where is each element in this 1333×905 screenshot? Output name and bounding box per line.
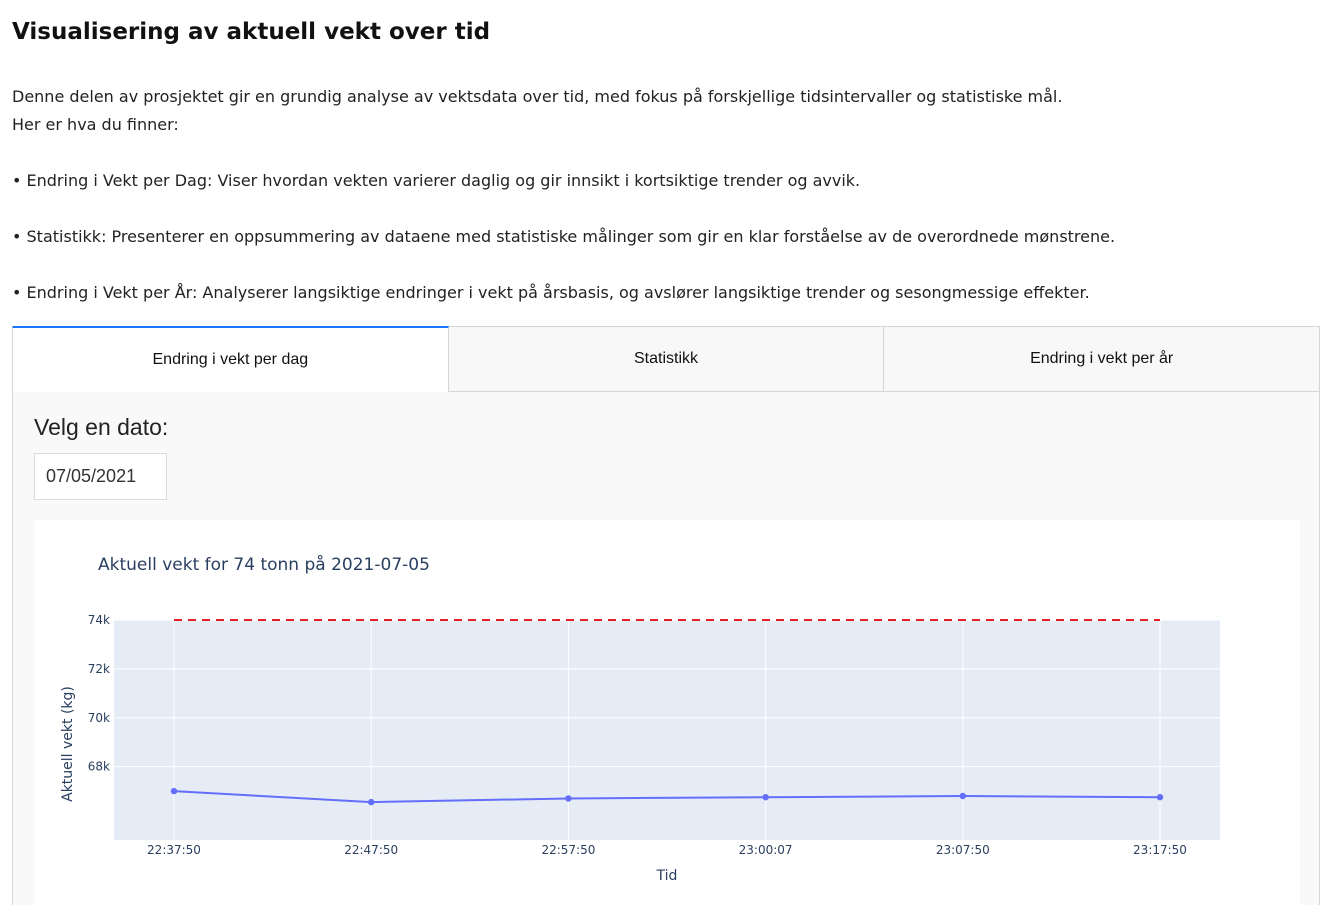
intro-line-1: Denne delen av prosjektet gir en grundig… bbox=[12, 87, 1063, 106]
x-tick-label: 22:57:50 bbox=[541, 843, 595, 857]
tab-statistics[interactable]: Statistikk bbox=[448, 326, 885, 392]
x-tick-label: 23:00:07 bbox=[739, 843, 793, 857]
y-tick-label: 70k bbox=[88, 711, 110, 725]
chart-svg: Aktuell vekt for 74 tonn på 2021-07-05 6… bbox=[60, 554, 1220, 884]
data-point bbox=[1156, 794, 1164, 801]
page: Visualisering av aktuell vekt over tid D… bbox=[0, 0, 1333, 905]
x-tick-label: 23:17:50 bbox=[1133, 843, 1187, 857]
bullet-daily: • Endring i Vekt per Dag: Viser hvordan … bbox=[12, 171, 861, 190]
tab-panel: Velg en dato: 07/05/2021 Aktuell vekt fo… bbox=[12, 392, 1320, 905]
date-input[interactable]: 07/05/2021 bbox=[34, 453, 167, 500]
plot-area bbox=[114, 620, 1220, 840]
data-point bbox=[170, 787, 178, 795]
data-point bbox=[959, 792, 966, 800]
y-tick-label: 72k bbox=[88, 662, 110, 676]
data-point bbox=[565, 795, 572, 802]
data-point bbox=[762, 794, 769, 801]
tab-bar: Endring i vekt per dag Statistikk Endrin… bbox=[12, 326, 1321, 392]
x-tick-label: 23:07:50 bbox=[936, 843, 990, 857]
bullet-statistics: • Statistikk: Presenterer en oppsummerin… bbox=[12, 227, 1116, 246]
page-title: Visualisering av aktuell vekt over tid bbox=[12, 19, 491, 45]
bullet-yearly: • Endring i Vekt per År: Analyserer lang… bbox=[12, 283, 1090, 302]
y-axis-label: Aktuell vekt (kg) bbox=[60, 686, 76, 802]
x-axis-label: Tid bbox=[656, 868, 678, 884]
chart-title: Aktuell vekt for 74 tonn på 2021-07-05 bbox=[98, 554, 430, 575]
intro-text: Denne delen av prosjektet gir en grundig… bbox=[12, 83, 1312, 307]
tab-daily-change[interactable]: Endring i vekt per dag bbox=[12, 326, 449, 392]
x-tick-label: 22:37:50 bbox=[147, 843, 201, 857]
y-tick-label: 68k bbox=[88, 760, 110, 774]
date-picker-label: Velg en dato: bbox=[34, 414, 169, 440]
x-tick-label: 22:47:50 bbox=[344, 843, 398, 857]
y-axis-ticks: 68k 70k 72k 74k bbox=[88, 613, 110, 774]
y-tick-label: 74k bbox=[88, 613, 110, 627]
tab-yearly-change[interactable]: Endring i vekt per år bbox=[884, 326, 1321, 392]
intro-line-2: Her er hva du finner: bbox=[12, 115, 179, 134]
x-axis-ticks: 22:37:50 22:47:50 22:57:50 23:00:07 23:07:50… bbox=[147, 843, 1187, 857]
weight-chart: Aktuell vekt for 74 tonn på 2021-07-05 6… bbox=[34, 520, 1300, 905]
data-point bbox=[368, 798, 375, 806]
